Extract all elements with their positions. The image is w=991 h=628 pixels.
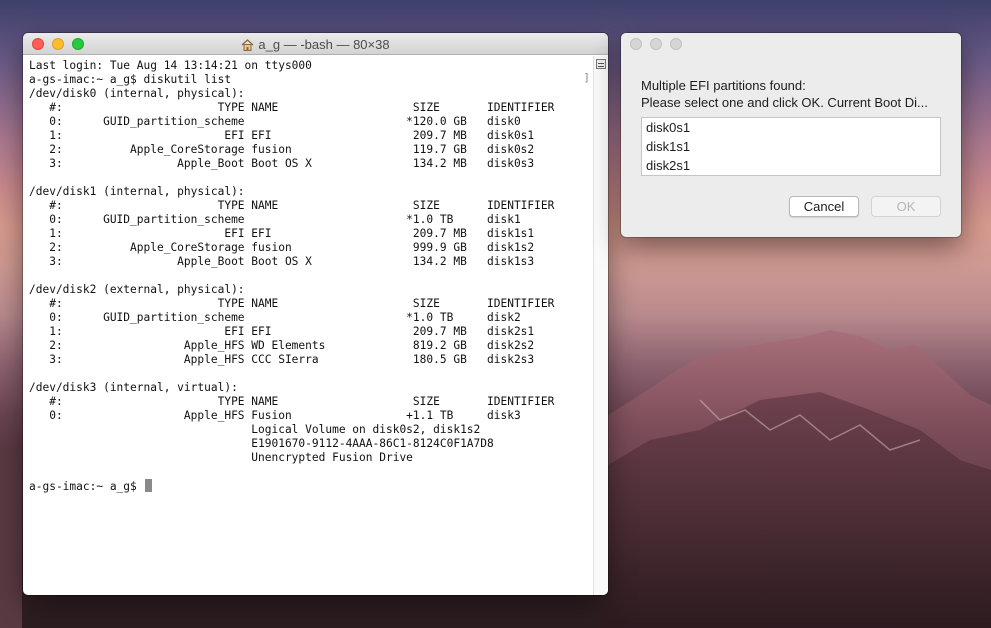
terminal-line: #: TYPE NAME SIZE IDENTIFIER — [29, 199, 555, 212]
terminal-line: Last login: Tue Aug 14 13:14:21 on ttys0… — [29, 59, 312, 72]
terminal-titlebar[interactable]: a_g — -bash — 80×38 — [23, 33, 608, 55]
dialog-zoom-button — [670, 38, 682, 50]
dialog-message: Multiple EFI partitions found: Please se… — [641, 77, 947, 111]
terminal-line: /dev/disk2 (external, physical): — [29, 283, 245, 296]
terminal-line: 0: GUID_partition_scheme *1.0 TB disk1 — [29, 213, 521, 226]
dialog-titlebar[interactable] — [621, 33, 961, 55]
cancel-button[interactable]: Cancel — [789, 196, 859, 217]
terminal-title: a_g — -bash — 80×38 — [23, 37, 608, 52]
terminal-line: #: TYPE NAME SIZE IDENTIFIER — [29, 395, 555, 408]
partition-list[interactable]: disk0s1 disk1s1 disk2s1 — [641, 117, 941, 176]
efi-selection-dialog[interactable]: Multiple EFI partitions found: Please se… — [621, 33, 961, 237]
terminal-prompt: a-gs-imac:~ a_g$ — [29, 480, 144, 493]
terminal-line: 0: GUID_partition_scheme *1.0 TB disk2 — [29, 311, 521, 324]
list-item[interactable]: disk1s1 — [642, 137, 940, 156]
terminal-line: 0: GUID_partition_scheme *120.0 GB disk0 — [29, 115, 521, 128]
terminal-line: E1901670-9112-4AAA-86C1-8124C0F1A7D8 — [29, 437, 494, 450]
terminal-line: 3: Apple_Boot Boot OS X 134.2 MB disk1s3 — [29, 255, 535, 268]
terminal-title-text: a_g — -bash — 80×38 — [258, 37, 390, 52]
terminal-line: Logical Volume on disk0s2, disk1s2 — [29, 423, 481, 436]
home-icon — [241, 39, 254, 51]
terminal-line: 1: EFI EFI 209.7 MB disk0s1 — [29, 129, 535, 142]
terminal-line: 3: Apple_HFS CCC SIerra 180.5 GB disk2s3 — [29, 353, 535, 366]
terminal-line: 1: EFI EFI 209.7 MB disk2s1 — [29, 325, 535, 338]
dialog-close-button — [630, 38, 642, 50]
terminal-line: Unencrypted Fusion Drive — [29, 451, 413, 464]
text-cursor — [144, 479, 152, 492]
terminal-line: /dev/disk1 (internal, physical): — [29, 185, 245, 198]
ok-button[interactable]: OK — [871, 196, 941, 217]
terminal-line: /dev/disk3 (internal, virtual): — [29, 381, 238, 394]
list-item[interactable]: disk0s1 — [642, 118, 940, 137]
terminal-prompt-line: a-gs-imac:~ a_g$ — [29, 479, 593, 493]
terminal-scrollbar[interactable] — [593, 56, 608, 595]
selection-bracket: ] — [583, 71, 590, 84]
terminal-line: 0: Apple_HFS Fusion +1.1 TB disk3 — [29, 409, 521, 422]
terminal-line: /dev/disk0 (internal, physical): — [29, 87, 245, 100]
terminal-line: #: TYPE NAME SIZE IDENTIFIER — [29, 297, 555, 310]
dialog-minimize-button — [650, 38, 662, 50]
terminal-line: 2: Apple_HFS WD Elements 819.2 GB disk2s… — [29, 339, 535, 352]
dialog-message-line2: Please select one and click OK. Current … — [641, 95, 928, 110]
terminal-line: 2: Apple_CoreStorage fusion 119.7 GB dis… — [29, 143, 535, 156]
terminal-line: 2: Apple_CoreStorage fusion 999.9 GB dis… — [29, 241, 535, 254]
terminal-output[interactable]: Last login: Tue Aug 14 13:14:21 on ttys0… — [23, 56, 593, 595]
terminal-window[interactable]: a_g — -bash — 80×38 Last login: Tue Aug … — [23, 33, 608, 595]
dialog-message-line1: Multiple EFI partitions found: — [641, 78, 806, 93]
scrollbar-menu-icon[interactable] — [596, 59, 606, 69]
terminal-line: 3: Apple_Boot Boot OS X 134.2 MB disk0s3 — [29, 157, 535, 170]
list-item[interactable]: disk2s1 — [642, 156, 940, 175]
terminal-line: 1: EFI EFI 209.7 MB disk1s1 — [29, 227, 535, 240]
terminal-line: #: TYPE NAME SIZE IDENTIFIER — [29, 101, 555, 114]
terminal-line: a-gs-imac:~ a_g$ diskutil list — [29, 73, 232, 86]
